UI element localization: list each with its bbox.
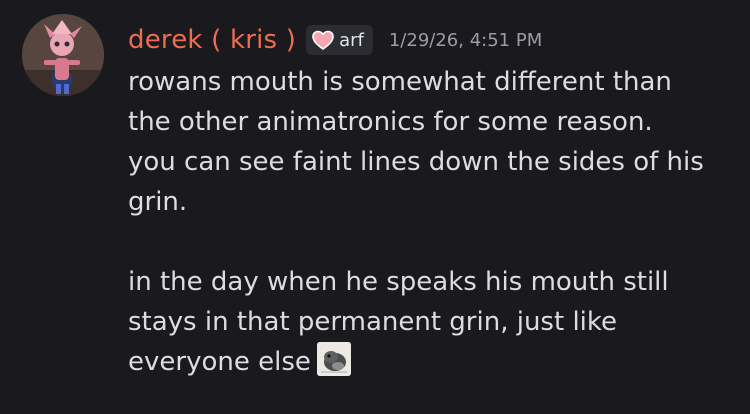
message-line: you can see faint lines down the sides o…	[128, 147, 704, 177]
custom-emoji-icon[interactable]	[316, 342, 351, 376]
message-line-last: everyone else	[128, 342, 738, 382]
message-line: stays in that permanent grin, just like	[128, 307, 618, 337]
server-tag[interactable]: arf	[306, 25, 373, 55]
message-line: everyone else	[128, 347, 311, 377]
message-line: in the day when he speaks his mouth stil…	[128, 267, 669, 297]
message-content: rowans mouth is somewhat different than …	[128, 62, 738, 382]
message-header: derek ( kris ) arf 1/29/26, 4:51 PM	[128, 20, 542, 60]
heart-icon	[312, 30, 334, 50]
message-line: rowans mouth is somewhat different than	[128, 67, 672, 97]
timestamp: 1/29/26, 4:51 PM	[388, 29, 543, 51]
message-line: grin.	[128, 187, 188, 217]
chat-message: derek ( kris ) arf 1/29/26, 4:51 PM rowa…	[0, 0, 750, 414]
avatar[interactable]	[22, 14, 104, 96]
avatar-image	[22, 14, 104, 96]
paragraph-break	[128, 222, 738, 262]
author-name[interactable]: derek ( kris )	[128, 25, 296, 55]
server-tag-label: arf	[339, 29, 364, 51]
message-line: the other animatronics for some reason.	[128, 107, 653, 137]
